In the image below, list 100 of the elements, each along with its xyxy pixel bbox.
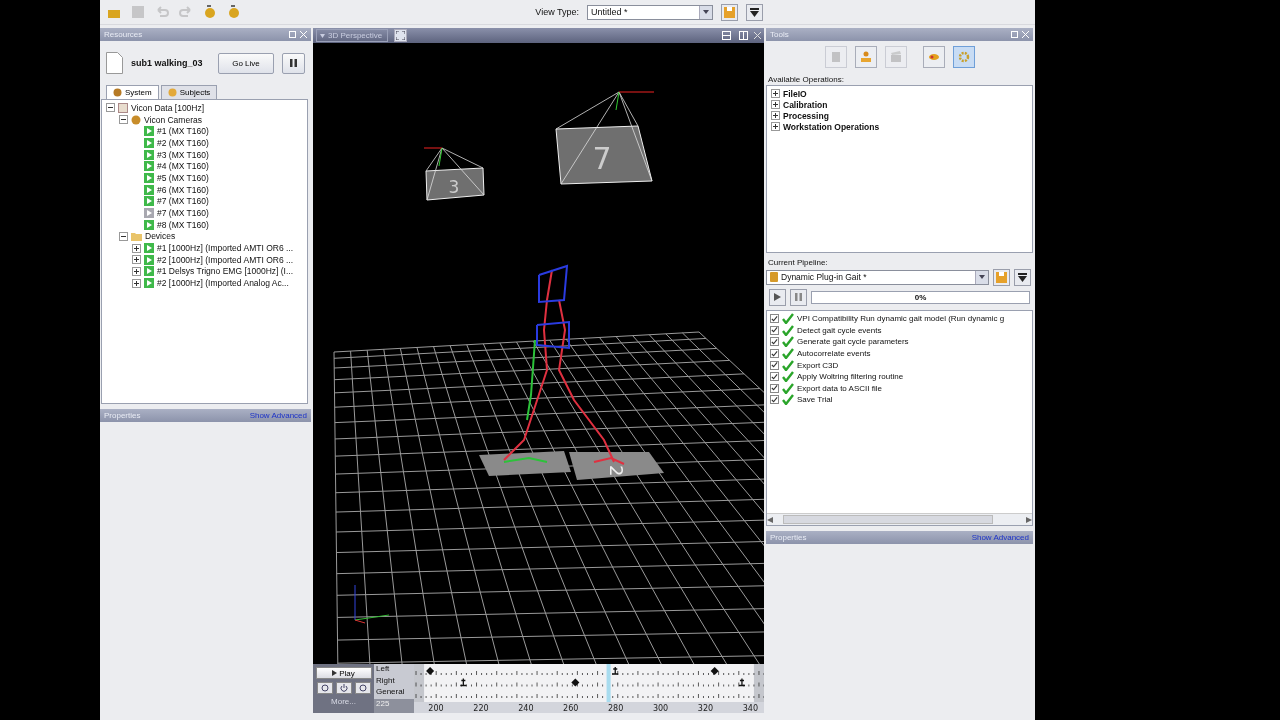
pipeline-step[interactable]: Export data to ASCII file [797, 383, 882, 393]
scroll-left-icon[interactable] [767, 516, 773, 523]
pipeline-step[interactable]: Autocorrelate events [797, 349, 871, 359]
show-advanced-link[interactable]: Show Advanced [971, 533, 1029, 542]
view-menu-button[interactable] [746, 3, 763, 21]
expand-icon[interactable] [132, 266, 141, 276]
tree-item[interactable]: #3 (MX T160) [157, 149, 209, 160]
check-mark-icon [782, 359, 794, 371]
tree-item[interactable]: #7 (MX T160) [157, 208, 209, 219]
track-label: Left [375, 664, 391, 675]
collapse-icon[interactable] [119, 231, 128, 241]
step-forward-button[interactable] [354, 682, 371, 694]
collapse-icon[interactable] [119, 115, 128, 125]
more-link[interactable]: More... [331, 697, 356, 706]
pipeline-step[interactable]: Export C3D [797, 360, 839, 370]
checkbox[interactable] [770, 314, 779, 324]
expand-icon[interactable] [132, 278, 141, 288]
pipeline-step[interactable]: Generate gait cycle parameters [797, 337, 909, 347]
checkbox[interactable] [770, 349, 779, 359]
tree-item[interactable]: #2 (MX T160) [157, 137, 209, 148]
collapse-icon[interactable] [106, 103, 115, 113]
checkbox[interactable] [770, 337, 779, 347]
expand-icon[interactable] [771, 100, 780, 109]
checkbox[interactable] [770, 360, 779, 370]
dock-close-icons[interactable] [1011, 31, 1029, 38]
pipeline-step[interactable]: Apply Woltring filtering routine [797, 372, 904, 382]
pause-button[interactable] [282, 52, 305, 74]
expand-icon[interactable] [771, 111, 780, 120]
caret-icon [703, 10, 709, 14]
tree-item[interactable]: #1 Delsys Trigno EMG [1000Hz] (I... [157, 266, 294, 277]
foot-strike-icon[interactable] [571, 678, 580, 687]
play-icon [774, 293, 781, 301]
expand-icon[interactable] [132, 255, 141, 265]
step-back-button[interactable] [316, 682, 333, 694]
checkbox[interactable] [770, 395, 779, 405]
tree-item[interactable]: Calibration [783, 99, 828, 110]
tree-item[interactable]: #8 (MX T160) [157, 219, 209, 230]
tree-item[interactable]: #2 [1000Hz] (Imported AMTI OR6 ... [157, 254, 294, 265]
pipeline-menu-button[interactable] [1014, 268, 1031, 286]
tree-item[interactable]: #2 [1000Hz] (Imported Analog Ac... [157, 278, 289, 289]
camera-number: 3 [448, 177, 460, 197]
foot-strike-icon[interactable] [710, 667, 719, 675]
expand-icon[interactable] [771, 89, 780, 98]
tree-item[interactable]: FileIO [783, 88, 807, 99]
check-mark-icon [782, 348, 794, 360]
run-button[interactable] [769, 288, 786, 306]
check-mark-icon [782, 382, 794, 394]
pipeline-step[interactable]: Save Trial [797, 395, 833, 405]
play-button[interactable]: Play [315, 667, 372, 679]
tree-item[interactable]: Vicon Cameras [144, 114, 202, 125]
tree-item[interactable]: #5 (MX T160) [157, 172, 209, 183]
foot-off-icon[interactable] [459, 677, 468, 687]
document-icon [829, 51, 842, 63]
foot-off-icon[interactable] [611, 666, 619, 675]
go-live-button[interactable]: Go Live [218, 52, 274, 74]
tab-icon [167, 88, 177, 97]
show-advanced-link[interactable]: Show Advanced [249, 411, 307, 420]
operations-label: Available Operations: [767, 74, 845, 85]
fullscreen-button[interactable] [394, 29, 407, 42]
power-button[interactable] [335, 682, 352, 694]
save-icon [996, 271, 1007, 283]
checkbox[interactable] [770, 383, 779, 393]
script-icon[interactable] [202, 4, 218, 20]
pause-icon [290, 59, 297, 67]
axes-icon [354, 584, 390, 624]
close-icon[interactable] [754, 32, 761, 39]
tree-item[interactable]: #1 (MX T160) [157, 126, 209, 137]
checkbox[interactable] [770, 372, 779, 382]
tree-item[interactable]: Processing [783, 110, 829, 121]
split-icon[interactable] [722, 31, 748, 40]
panel-title: Tools [770, 30, 789, 39]
pipeline-step[interactable]: VPI Compatibility Run dynamic gait model (Run dynamic g [797, 314, 1005, 324]
data-icon [118, 102, 128, 113]
pipeline-step[interactable]: Detect gait cycle events [797, 325, 882, 335]
foot-strike-icon[interactable] [426, 667, 435, 675]
script-icon[interactable] [226, 4, 242, 20]
tree-item[interactable]: #1 [1000Hz] (Imported AMTI OR6 ... [157, 243, 294, 254]
tree-item[interactable]: #7 (MX T160) [157, 196, 209, 207]
tab[interactable]: Subjects [160, 85, 218, 99]
expand-icon[interactable] [771, 122, 780, 131]
foot-off-icon[interactable] [738, 677, 746, 687]
folder-icon [131, 231, 142, 242]
checkbox[interactable] [770, 325, 779, 335]
expand-icon[interactable] [132, 243, 141, 253]
power-icon [339, 684, 348, 692]
panel-title: Properties [104, 411, 141, 420]
dock-close-icons[interactable] [289, 31, 307, 38]
tree-item[interactable]: Vicon Data [100Hz] [131, 102, 205, 113]
scroll-right-icon[interactable] [1026, 516, 1032, 523]
tree-item[interactable]: #4 (MX T160) [157, 161, 209, 172]
tree-item[interactable]: #6 (MX T160) [157, 184, 209, 195]
horizontal-scrollbar[interactable] [767, 513, 1032, 525]
tree-item[interactable]: Workstation Operations [783, 121, 880, 132]
tab[interactable]: System [106, 85, 159, 99]
pipeline-dropdown[interactable]: Dynamic Plug-in Gait * [766, 269, 989, 285]
document-icon [106, 52, 123, 74]
tree-item[interactable]: Devices [145, 231, 176, 242]
save-view-button[interactable] [721, 3, 738, 21]
view-type-dropdown[interactable]: Untitled * [587, 4, 713, 20]
check-mark-icon [782, 394, 794, 406]
